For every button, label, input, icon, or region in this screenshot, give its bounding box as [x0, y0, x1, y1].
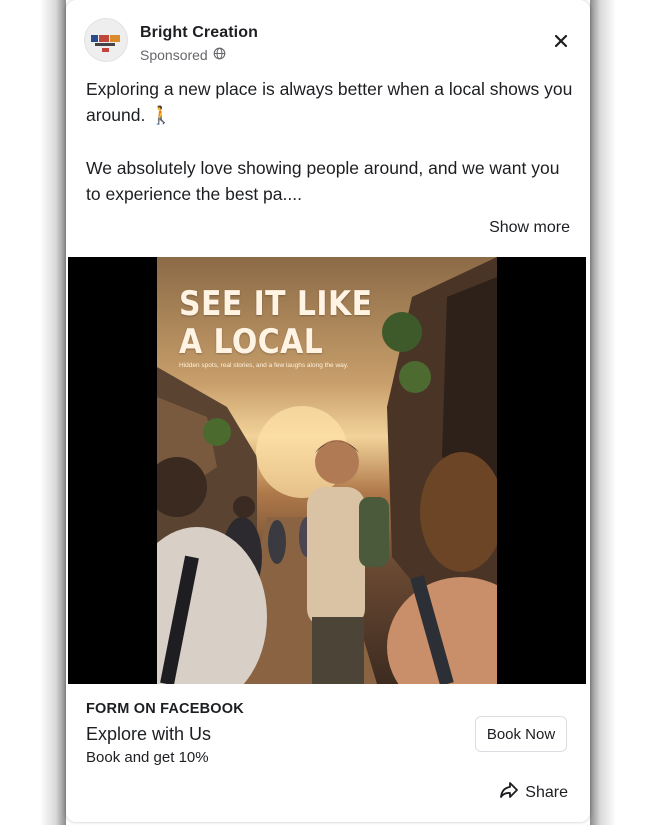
close-icon[interactable]: [552, 32, 570, 50]
ad-description: Book and get 10%: [86, 749, 209, 766]
body-paragraph: We absolutely love showing people around…: [86, 158, 560, 204]
post-body-text: Exploring a new place is always better w…: [86, 76, 576, 234]
ad-post-card: Bright Creation Sponsored Exploring a ne…: [66, 0, 590, 822]
avatar-logo-mark: [110, 35, 120, 42]
backdrop-shadow-right: [590, 0, 656, 825]
post-header: Bright Creation Sponsored: [66, 0, 590, 70]
creative-headline: SEE IT LIKE A LOCAL: [179, 285, 372, 361]
sponsored-row: Sponsored: [140, 47, 226, 63]
book-now-label: Book Now: [486, 725, 556, 743]
page-avatar[interactable]: [84, 18, 128, 62]
ad-media[interactable]: SEE IT LIKE A LOCAL Hidden spots, real s…: [68, 257, 586, 684]
body-paragraph: Exploring a new place is always better w…: [86, 79, 573, 125]
backdrop-shadow-left: [0, 0, 66, 825]
creative-headline-text: SEE IT LIKE A LOCAL: [179, 284, 373, 362]
share-button[interactable]: Share: [499, 781, 568, 804]
avatar-logo-mark: [99, 35, 109, 42]
creative-subhead: Hidden spots, real stories, and a few la…: [179, 362, 349, 369]
form-label: FORM ON FACEBOOK: [86, 701, 244, 717]
ad-creative-image: SEE IT LIKE A LOCAL Hidden spots, real s…: [157, 257, 497, 684]
share-label: Share: [525, 783, 568, 801]
show-more-link[interactable]: Show more: [489, 219, 570, 237]
avatar-logo-mark: [95, 43, 115, 46]
avatar-logo-mark: [102, 48, 109, 52]
book-now-button[interactable]: Book Now: [475, 716, 567, 752]
sponsored-label: Sponsored: [140, 47, 208, 63]
avatar-logo-mark: [91, 35, 98, 42]
globe-icon: [213, 47, 226, 63]
page-name[interactable]: Bright Creation: [140, 24, 258, 42]
ad-title[interactable]: Explore with Us: [86, 724, 211, 745]
share-icon: [499, 781, 519, 804]
